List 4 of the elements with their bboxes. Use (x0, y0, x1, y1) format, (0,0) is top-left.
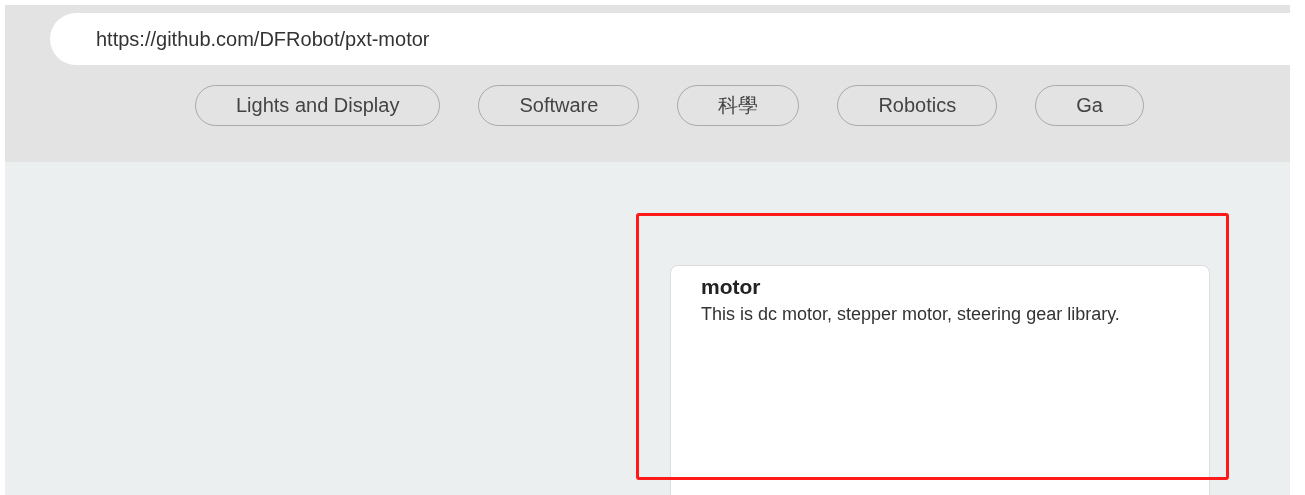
card-title: motor (701, 274, 762, 300)
extension-card[interactable]: motor This is dc motor, stepper motor, steering gear library. (670, 265, 1210, 495)
search-field[interactable]: https://github.com/DFRobot/pxt-motor (50, 13, 1290, 65)
card-description: This is dc motor, stepper motor, steering gear library. (701, 303, 1121, 326)
